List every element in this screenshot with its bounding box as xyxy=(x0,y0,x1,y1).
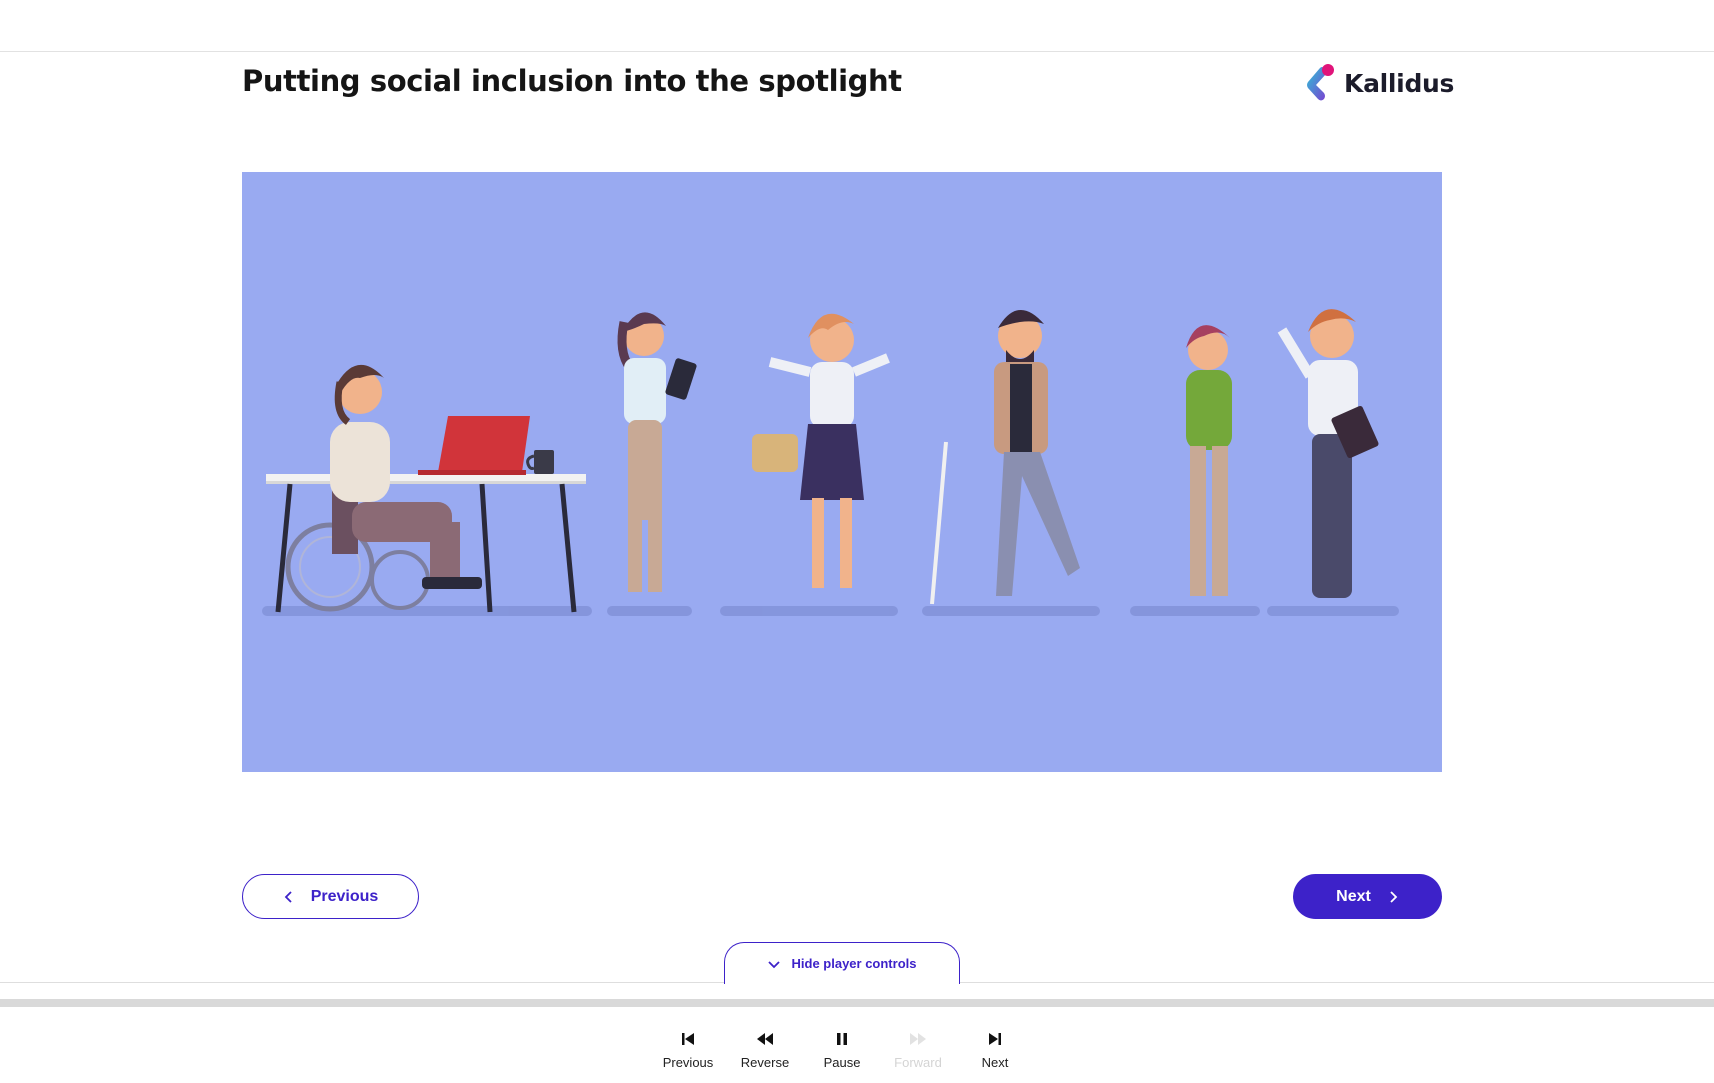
player-pause-label: Pause xyxy=(823,1055,861,1070)
brand-logo: Kallidus xyxy=(1306,64,1454,102)
next-button[interactable]: Next xyxy=(1293,874,1442,919)
player-forward-label: Forward xyxy=(894,1055,942,1070)
page-title: Putting social inclusion into the spotli… xyxy=(242,64,902,98)
chevron-down-icon xyxy=(767,960,780,968)
previous-button-label: Previous xyxy=(310,887,379,905)
player-next-button[interactable]: Next xyxy=(955,1031,1035,1070)
player-controls: Previous Reverse Pause Forward Next xyxy=(0,1007,1714,1083)
player-pause-button[interactable]: Pause xyxy=(802,1031,882,1070)
diverse-people-illustration xyxy=(242,172,1442,772)
kallidus-logo-icon xyxy=(1307,64,1334,101)
player-next-label: Next xyxy=(981,1055,1009,1070)
hide-player-controls-label: Hide player controls xyxy=(791,956,917,971)
player-previous-button[interactable]: Previous xyxy=(648,1031,728,1070)
player-previous-label: Previous xyxy=(662,1055,714,1070)
previous-button[interactable]: Previous xyxy=(242,874,419,919)
player-reverse-button[interactable]: Reverse xyxy=(725,1031,805,1070)
pause-icon xyxy=(837,1033,847,1045)
fast-forward-icon xyxy=(910,1033,926,1045)
skip-forward-icon xyxy=(989,1033,1001,1045)
rewind-icon xyxy=(757,1033,773,1045)
brand-name: Kallidus xyxy=(1344,68,1455,98)
top-bar xyxy=(0,0,1714,52)
chevron-right-icon xyxy=(1390,890,1398,903)
skip-back-icon xyxy=(682,1033,694,1045)
player-forward-button[interactable]: Forward xyxy=(878,1031,958,1070)
player-reverse-label: Reverse xyxy=(740,1055,790,1070)
chevron-left-icon xyxy=(284,890,292,903)
next-button-label: Next xyxy=(1336,887,1371,905)
progress-track[interactable] xyxy=(0,999,1714,1007)
hide-player-controls-toggle[interactable]: Hide player controls xyxy=(724,942,960,984)
